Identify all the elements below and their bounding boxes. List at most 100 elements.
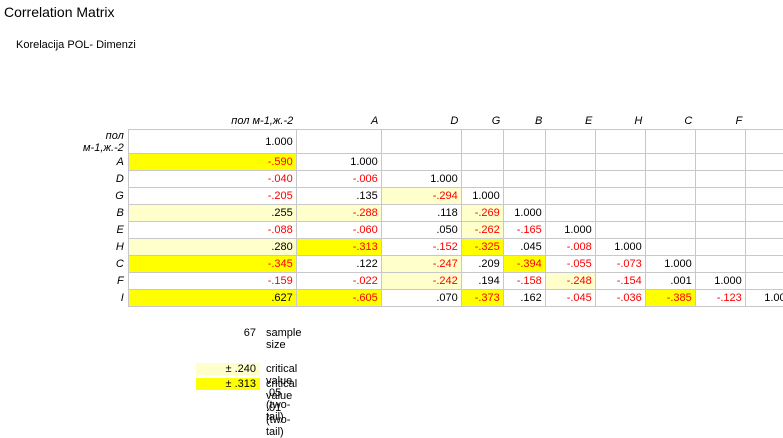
matrix-cell: 1.000 <box>380 170 462 188</box>
empty-cell <box>744 153 783 171</box>
matrix-cell: -.394 <box>502 255 546 273</box>
matrix-cell: .280 <box>127 238 297 256</box>
empty-cell <box>744 170 783 188</box>
empty-cell <box>744 238 783 256</box>
matrix-cell: -.060 <box>295 221 382 239</box>
matrix-cell: -.288 <box>295 204 382 222</box>
row-label: H <box>115 241 124 253</box>
matrix-cell: -.159 <box>127 272 297 290</box>
column-header: F <box>735 115 743 127</box>
matrix-cell: .001 <box>644 272 696 290</box>
empty-cell <box>744 129 783 154</box>
column-header: C <box>684 115 693 127</box>
matrix-cell: -.123 <box>694 289 746 307</box>
column-header: пол м-1,ж.-2 <box>231 115 294 127</box>
matrix-cell: -.313 <box>295 238 382 256</box>
matrix-cell: -.040 <box>127 170 297 188</box>
table-row: F -.159 -.022 -.242.194 -.158 -.248 -.154.001 1… <box>80 272 783 290</box>
column-header: B <box>534 115 543 127</box>
critical-05-value: ± .240 <box>196 363 260 375</box>
empty-cell <box>644 238 696 256</box>
row-label: пол м-1,ж.-2 <box>83 129 124 154</box>
matrix-cell: -.088 <box>127 221 297 239</box>
sample-size-value: 67 <box>243 327 256 339</box>
matrix-cell: -.248 <box>544 272 596 290</box>
row-label: D <box>115 173 124 185</box>
matrix-cell: 1.000 <box>544 221 596 239</box>
empty-cell <box>694 153 746 171</box>
matrix-cell: -.590 <box>127 153 297 171</box>
empty-cell <box>502 153 546 171</box>
matrix-cell: -.154 <box>594 272 646 290</box>
empty-cell <box>544 129 596 154</box>
empty-cell <box>502 129 546 154</box>
matrix-cell: 1.000 <box>460 187 504 205</box>
table-row: B .255 -.288.118 -.269 1.000 <box>80 204 783 222</box>
empty-cell <box>644 170 696 188</box>
empty-cell <box>744 255 783 273</box>
empty-cell <box>644 129 696 154</box>
row-label: C <box>115 258 124 270</box>
empty-cell <box>544 170 596 188</box>
empty-cell <box>694 204 746 222</box>
empty-cell <box>594 221 646 239</box>
empty-cell <box>594 170 646 188</box>
empty-cell <box>694 238 746 256</box>
row-label: B <box>116 207 124 219</box>
empty-cell <box>644 204 696 222</box>
matrix-cell: -.325 <box>460 238 504 256</box>
empty-cell <box>594 153 646 171</box>
matrix-cell: .627 <box>127 289 297 307</box>
empty-cell <box>744 204 783 222</box>
row-label: F <box>117 275 124 287</box>
table-row: G -.205.135 -.294 1.000 <box>80 187 783 205</box>
matrix-cell: -.165 <box>502 221 546 239</box>
matrix-cell: -.385 <box>644 289 696 307</box>
matrix-cell: 1.000 <box>502 204 546 222</box>
column-header: E <box>584 115 593 127</box>
matrix-cell: -.152 <box>380 238 462 256</box>
matrix-cell: -.006 <box>295 170 382 188</box>
matrix-cell: -.205 <box>127 187 297 205</box>
table-row: пол м-1,ж.-2 1.000 <box>80 129 783 154</box>
matrix-cell: .209 <box>460 255 504 273</box>
matrix-cell: -.345 <box>127 255 297 273</box>
matrix-cell: -.158 <box>502 272 546 290</box>
row-label: I <box>120 292 124 304</box>
column-header: D <box>450 115 459 127</box>
critical-01-value: ± .313 <box>196 378 260 390</box>
matrix-cell: .050 <box>380 221 462 239</box>
matrix-cell: .194 <box>460 272 504 290</box>
matrix-cell: .135 <box>295 187 382 205</box>
page-subtitle: Korelacija POL- Dimenzi <box>16 39 136 51</box>
empty-cell <box>744 272 783 290</box>
matrix-cell: 1.000 <box>295 153 382 171</box>
empty-cell <box>644 187 696 205</box>
row-label: E <box>116 224 124 236</box>
empty-cell <box>544 153 596 171</box>
column-header: H <box>634 115 643 127</box>
empty-cell <box>694 187 746 205</box>
matrix-cell: 1.000 <box>644 255 696 273</box>
matrix-cell: -.045 <box>544 289 596 307</box>
matrix-cell: .162 <box>502 289 546 307</box>
row-label: G <box>115 190 124 202</box>
matrix-cell: -.022 <box>295 272 382 290</box>
matrix-cell: .122 <box>295 255 382 273</box>
empty-cell <box>295 129 382 154</box>
empty-cell <box>502 170 546 188</box>
matrix-cell: .070 <box>380 289 462 307</box>
empty-cell <box>644 153 696 171</box>
empty-cell <box>694 221 746 239</box>
corner-cell <box>80 113 128 130</box>
table-row: I .627 -.605.070 -.373.162 -.045 -.036 -.385 -.… <box>80 289 783 307</box>
matrix-cell: -.247 <box>380 255 462 273</box>
empty-cell <box>694 255 746 273</box>
matrix-cell: .045 <box>502 238 546 256</box>
matrix-cell: -.055 <box>544 255 596 273</box>
matrix-body: пол м-1,ж.-2 1.000 A -.590 1.000 D -.040 -.006 1… <box>80 129 783 307</box>
empty-cell <box>460 129 504 154</box>
matrix-cell: -.605 <box>295 289 382 307</box>
matrix-cell: -.269 <box>460 204 504 222</box>
table-row: E -.088 -.060.050 -.262 -.165 1.000 <box>80 221 783 239</box>
